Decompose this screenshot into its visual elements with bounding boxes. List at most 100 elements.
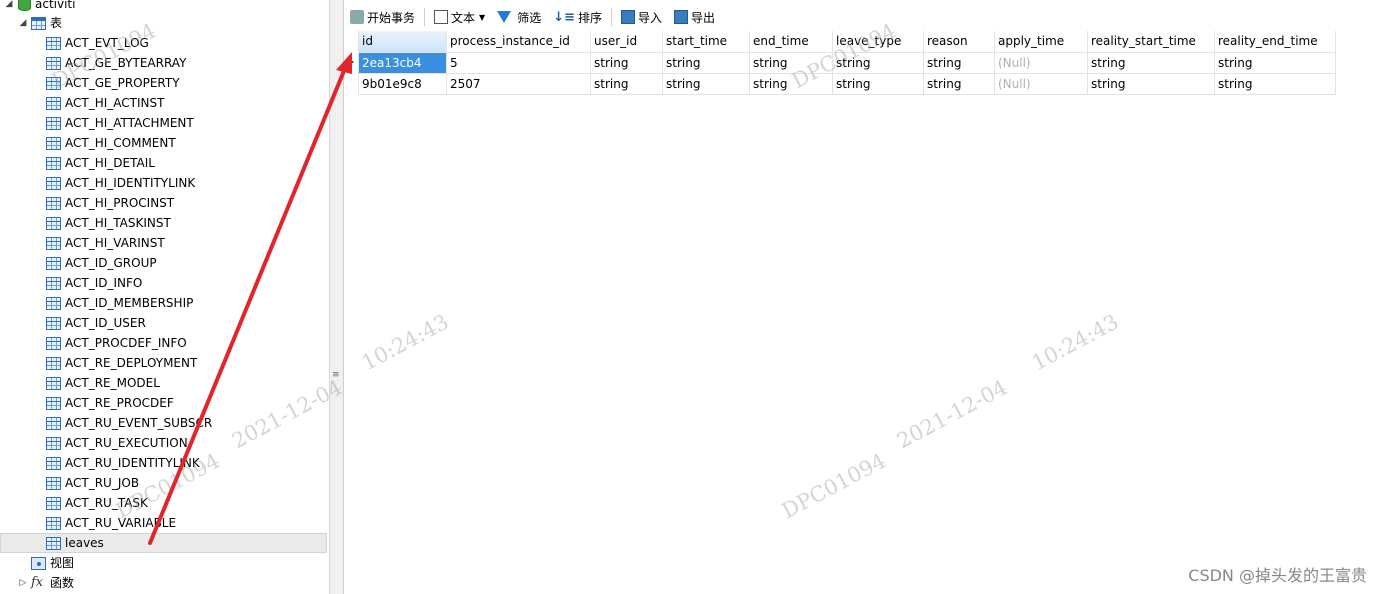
column-header-reason[interactable]: reason bbox=[923, 31, 995, 53]
grid-cell[interactable]: string bbox=[662, 72, 750, 95]
document-icon bbox=[434, 10, 449, 24]
grid-cell[interactable]: string bbox=[749, 72, 833, 95]
export-button[interactable]: 导出 bbox=[668, 6, 721, 28]
tree-table-item[interactable]: ACT_RE_DEPLOYMENT bbox=[46, 353, 197, 373]
tree-table-item[interactable]: ACT_RU_JOB bbox=[46, 473, 139, 493]
tree-table-item[interactable]: ACT_ID_MEMBERSHIP bbox=[46, 293, 193, 313]
collapse-icon[interactable]: ◢ bbox=[18, 13, 28, 33]
data-grid[interactable]: id process_instance_id user_id start_time en… bbox=[358, 31, 1336, 95]
tree-table-item[interactable]: ACT_RU_IDENTITYLINK bbox=[46, 453, 200, 473]
filter-button[interactable]: 筛选 bbox=[491, 6, 547, 28]
tree-table-item[interactable]: ACT_RU_EVENT_SUBSCR bbox=[46, 413, 212, 433]
grid-cell[interactable]: string bbox=[832, 72, 924, 95]
tree-table-item[interactable]: ACT_GE_BYTEARRAY bbox=[46, 53, 186, 73]
tree-table-item[interactable]: ACT_HI_COMMENT bbox=[46, 133, 176, 153]
grid-cell[interactable]: string bbox=[590, 51, 663, 74]
tree-tables-node[interactable]: ◢ 表 bbox=[18, 13, 62, 33]
tree-table-label: ACT_HI_PROCINST bbox=[65, 196, 175, 210]
grid-cell[interactable]: string bbox=[923, 72, 995, 95]
import-button[interactable]: 导入 bbox=[615, 6, 668, 28]
tree-table-item[interactable]: ACT_HI_ATTACHMENT bbox=[46, 113, 194, 133]
grid-cell[interactable]: string bbox=[662, 51, 750, 74]
watermark: 10:24:43 bbox=[358, 309, 453, 376]
tree-table-item[interactable]: ACT_HI_DETAIL bbox=[46, 153, 155, 173]
expand-icon[interactable]: ▷ bbox=[18, 573, 28, 593]
grid-cell[interactable]: 2507 bbox=[446, 72, 591, 95]
column-header-end-time[interactable]: end_time bbox=[749, 31, 833, 53]
filter-icon bbox=[497, 11, 512, 23]
table-icon bbox=[46, 136, 61, 150]
grid-cell[interactable]: string bbox=[1214, 51, 1336, 74]
grid-cell[interactable]: string bbox=[590, 72, 663, 95]
table-icon bbox=[46, 316, 61, 330]
tree-table-label: ACT_RE_MODEL bbox=[65, 376, 160, 390]
table-icon bbox=[46, 176, 61, 190]
grid-cell[interactable]: 5 bbox=[446, 51, 591, 74]
grid-cell[interactable]: string bbox=[749, 51, 833, 74]
tree-table-item[interactable]: ACT_HI_VARINST bbox=[46, 233, 165, 253]
object-tree[interactable]: ◢ activiti ◢ 表 ACT_EVT_LOG ACT_GE_BYTEARR… bbox=[0, 0, 329, 594]
tree-functions-node[interactable]: ▷ fx 函数 bbox=[18, 573, 74, 593]
tree-views-node[interactable]: 视图 bbox=[18, 553, 74, 573]
tree-table-item[interactable]: ACT_HI_PROCINST bbox=[46, 193, 174, 213]
tree-table-item[interactable]: ACT_RE_PROCDEF bbox=[46, 393, 174, 413]
tree-table-item[interactable]: ACT_EVT_LOG bbox=[46, 33, 149, 53]
tree-table-item[interactable]: ACT_RU_TASK bbox=[46, 493, 148, 513]
column-header-reality-start-time[interactable]: reality_start_time bbox=[1087, 31, 1215, 53]
column-header-apply-time[interactable]: apply_time bbox=[994, 31, 1088, 53]
begin-transaction-button[interactable]: 开始事务 bbox=[344, 6, 421, 28]
table-icon bbox=[46, 296, 61, 310]
column-header-start-time[interactable]: start_time bbox=[662, 31, 750, 53]
grid-cell[interactable]: string bbox=[1214, 72, 1336, 95]
tree-views-label: 视图 bbox=[50, 556, 75, 570]
tree-table-label: ACT_RU_VARIABLE bbox=[65, 516, 177, 530]
database-play-icon bbox=[350, 10, 364, 24]
panel-splitter[interactable]: ≡ bbox=[329, 0, 344, 594]
grid-cell[interactable]: 9b01e9c8 bbox=[358, 72, 447, 95]
column-header-reality-end-time[interactable]: reality_end_time bbox=[1214, 31, 1336, 53]
grid-cell[interactable]: string bbox=[923, 51, 995, 74]
table-icon bbox=[46, 496, 61, 510]
tree-table-item[interactable]: ACT_ID_USER bbox=[46, 313, 146, 333]
tree-table-item[interactable]: ACT_ID_INFO bbox=[46, 273, 142, 293]
tree-table-item[interactable]: ACT_GE_PROPERTY bbox=[46, 73, 180, 93]
text-view-button[interactable]: 文本 ▼ bbox=[428, 6, 491, 28]
filter-label: 筛选 bbox=[517, 10, 542, 25]
tree-table-label: ACT_HI_COMMENT bbox=[65, 136, 176, 150]
tree-table-label: leaves bbox=[65, 536, 104, 550]
tree-table-item[interactable]: ACT_RU_VARIABLE bbox=[46, 513, 176, 533]
tree-table-label: ACT_RE_DEPLOYMENT bbox=[65, 356, 198, 370]
tree-table-item[interactable]: ACT_HI_ACTINST bbox=[46, 93, 164, 113]
tree-table-item[interactable]: ACT_RU_EXECUTION bbox=[46, 433, 188, 453]
tree-table-item[interactable]: ACT_PROCDEF_INFO bbox=[46, 333, 187, 353]
grid-cell[interactable]: string bbox=[1087, 72, 1215, 95]
table-row[interactable]: 9b01e9c8 2507 string string string string stri… bbox=[358, 72, 1336, 95]
column-header-leave-type[interactable]: leave_type bbox=[832, 31, 924, 53]
column-header-id[interactable]: id bbox=[358, 31, 447, 53]
table-row[interactable]: 2ea13cb4 5 string string string string string(… bbox=[358, 51, 1336, 74]
dropdown-caret-icon[interactable]: ▼ bbox=[479, 13, 485, 22]
grid-cell[interactable]: (Null) bbox=[994, 51, 1088, 74]
collapse-icon[interactable]: ◢ bbox=[4, 0, 14, 14]
column-header-process-instance-id[interactable]: process_instance_id bbox=[446, 31, 591, 53]
watermark: 2021-12-04 bbox=[893, 375, 1012, 454]
grid-cell[interactable]: string bbox=[832, 51, 924, 74]
tree-table-item[interactable]: ACT_HI_IDENTITYLINK bbox=[46, 173, 195, 193]
sort-button[interactable]: ↓≡ 排序 bbox=[547, 6, 608, 28]
watermark: DPC01094 bbox=[778, 448, 890, 524]
tree-table-item[interactable]: ACT_ID_GROUP bbox=[46, 253, 157, 273]
tree-table-label: ACT_HI_DETAIL bbox=[65, 156, 155, 170]
tree-db-activiti[interactable]: ◢ activiti bbox=[4, 0, 75, 14]
column-header-user-id[interactable]: user_id bbox=[590, 31, 663, 53]
text-view-label: 文本 bbox=[451, 10, 476, 25]
tree-table-label: ACT_EVT_LOG bbox=[65, 36, 149, 50]
grid-cell[interactable]: (Null) bbox=[994, 72, 1088, 95]
tree-table-item[interactable]: ACT_RE_MODEL bbox=[46, 373, 160, 393]
tree-table-item[interactable]: leaves bbox=[0, 533, 327, 553]
grid-cell[interactable]: string bbox=[1087, 51, 1215, 74]
begin-transaction-label: 开始事务 bbox=[367, 10, 416, 25]
import-label: 导入 bbox=[638, 10, 663, 25]
database-icon bbox=[18, 0, 31, 11]
tree-table-item[interactable]: ACT_HI_TASKINST bbox=[46, 213, 171, 233]
grid-cell[interactable]: 2ea13cb4 bbox=[358, 51, 447, 74]
